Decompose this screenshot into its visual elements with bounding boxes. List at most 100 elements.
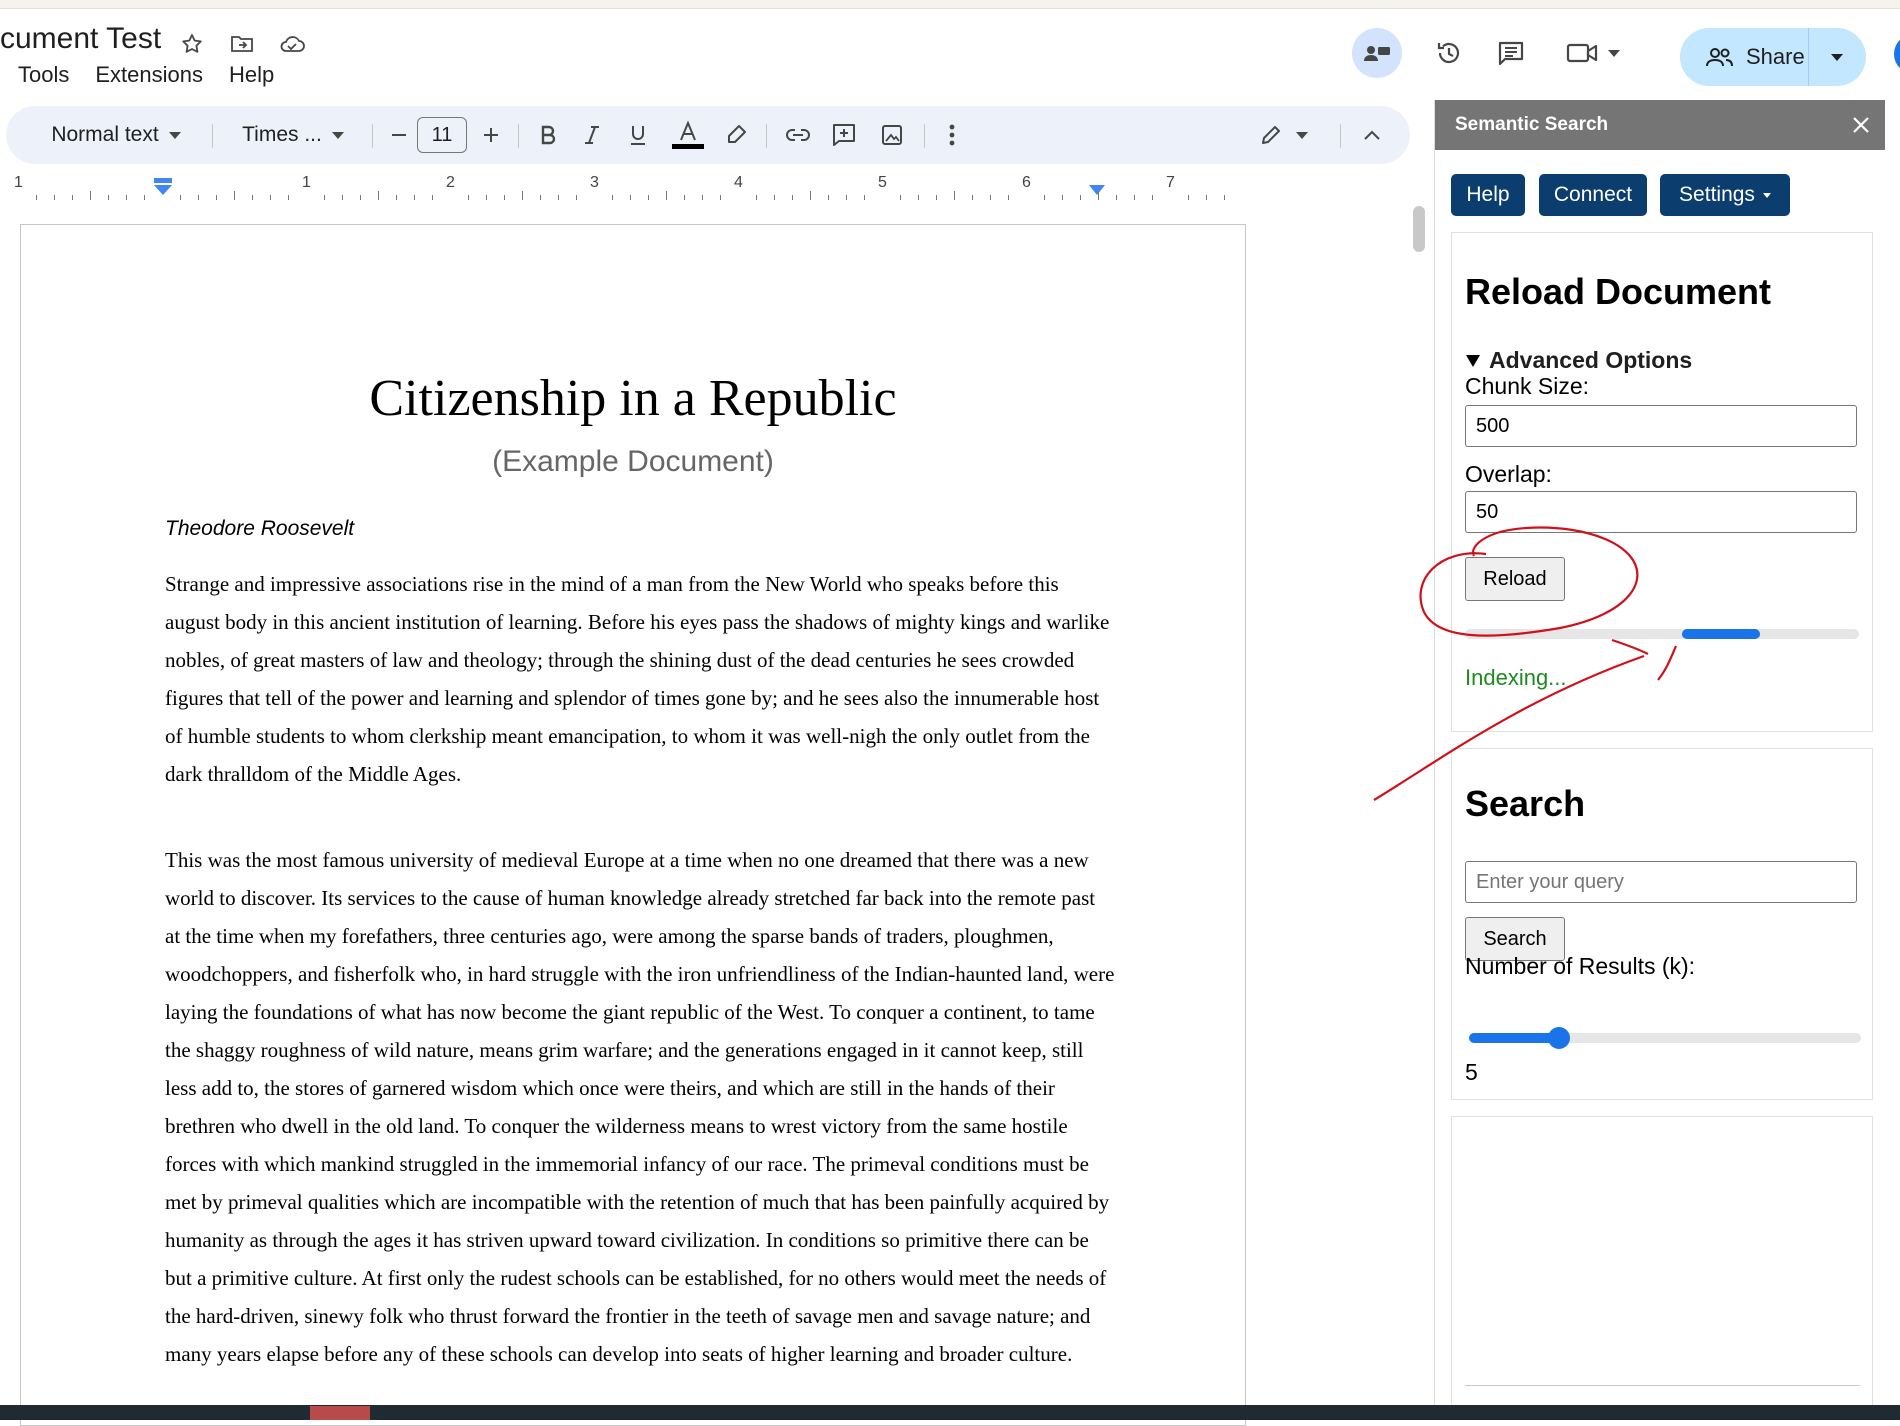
advanced-options-label: Advanced Options (1489, 347, 1693, 373)
comments-button[interactable] (1486, 28, 1536, 78)
share-dropdown[interactable] (1809, 28, 1866, 86)
right-indent-marker-icon[interactable] (1088, 184, 1106, 196)
more-options-button[interactable] (932, 115, 972, 155)
slider-handle[interactable] (1548, 1027, 1571, 1049)
num-results-label: Number of Results (k): (1465, 953, 1696, 979)
taskbar-app-icon[interactable] (310, 1406, 370, 1420)
avatar[interactable] (1894, 34, 1900, 74)
history-icon (1437, 42, 1460, 64)
chunk-size-input[interactable]: 500 (1465, 405, 1857, 447)
search-query-input[interactable]: Enter your query (1465, 861, 1857, 903)
settings-button[interactable]: Settings (1660, 174, 1790, 216)
close-icon[interactable] (1837, 115, 1885, 135)
cloud-saved-icon[interactable] (276, 28, 308, 60)
settings-label: Settings (1679, 183, 1755, 206)
italic-button[interactable] (572, 115, 612, 155)
more-vert-icon (949, 124, 955, 146)
document-heading: Citizenship in a Republic (369, 370, 897, 427)
ruler-mark: 4 (734, 174, 743, 191)
ruler-mark: 5 (878, 174, 887, 191)
document-canvas: Citizenship in a Republic (Example Docum… (0, 200, 1420, 1426)
insert-image-button[interactable] (872, 115, 912, 155)
connect-button[interactable]: Connect (1539, 174, 1647, 216)
disclosure-triangle-icon (1466, 354, 1480, 367)
menu-extensions[interactable]: Extensions (95, 62, 203, 88)
toolbar-divider (372, 124, 373, 148)
menu-tools[interactable]: Tools (18, 62, 69, 88)
ruler[interactable]: 1 1 2 3 4 5 6 7 (0, 170, 1250, 201)
share-button[interactable]: Share (1680, 28, 1866, 86)
image-icon (882, 125, 902, 145)
ruler-tick (90, 191, 91, 200)
results-divider (1465, 1385, 1860, 1386)
highlighter-icon (728, 125, 746, 143)
share-label: Share (1746, 44, 1805, 69)
bold-button[interactable] (528, 115, 568, 155)
chevron-down-icon (331, 131, 344, 139)
title-icons (176, 28, 308, 60)
panel-header: Semantic Search (1435, 100, 1885, 150)
document-title[interactable]: cument Test (0, 22, 161, 56)
ruler-tick (666, 191, 667, 200)
increase-font-size-button[interactable] (474, 115, 508, 155)
document-page[interactable]: Citizenship in a Republic (Example Docum… (20, 224, 1246, 1426)
chevron-up-icon (1364, 130, 1380, 140)
ruler-tick (810, 191, 811, 200)
toolbar-divider (766, 124, 767, 148)
ruler-tick (378, 191, 379, 200)
search-card: Search Enter your query Search Number of… (1451, 748, 1873, 1100)
chevron-down-icon (1296, 131, 1308, 139)
font-family-dropdown[interactable]: Times ... (228, 115, 358, 155)
underline-button[interactable] (618, 115, 658, 155)
ruler-mark: 6 (1022, 174, 1031, 191)
star-icon[interactable] (176, 28, 208, 60)
chevron-down-icon (168, 131, 181, 139)
font-size-value[interactable]: 11 (417, 117, 467, 153)
version-history-button[interactable] (1424, 28, 1474, 78)
hide-menus-button[interactable] (1352, 115, 1392, 155)
ruler-tick (522, 191, 523, 200)
num-results-slider[interactable] (1469, 1027, 1861, 1049)
presence-icon (1364, 46, 1390, 61)
bold-icon (541, 125, 556, 145)
search-placeholder: Enter your query (1476, 870, 1624, 893)
text-color-icon (672, 120, 704, 149)
presence-button[interactable] (1352, 28, 1402, 78)
slider-fill (1469, 1033, 1560, 1043)
reload-button[interactable]: Reload (1465, 557, 1565, 601)
chevron-down-icon (1608, 49, 1620, 57)
decrease-font-size-button[interactable] (382, 115, 416, 155)
ruler-mark: 7 (1166, 174, 1175, 191)
add-comment-button[interactable] (824, 115, 864, 155)
share-main[interactable]: Share (1680, 28, 1809, 86)
left-indent-marker-icon[interactable] (152, 178, 174, 198)
chevron-down-icon (1762, 192, 1771, 198)
toolbar-divider (518, 124, 519, 148)
font-size-field[interactable]: 11 (416, 115, 468, 155)
toolbar-divider (1340, 124, 1341, 148)
highlight-button[interactable] (716, 115, 756, 155)
italic-icon (585, 126, 599, 144)
move-folder-icon[interactable] (226, 28, 258, 60)
video-camera-icon (1566, 43, 1598, 63)
menu-help[interactable]: Help (229, 62, 274, 88)
results-card (1451, 1116, 1873, 1418)
document-scrollbar[interactable] (1413, 206, 1425, 252)
reload-heading: Reload Document (1465, 271, 1772, 312)
meet-button[interactable] (1558, 28, 1628, 78)
document-subtitle: (Example Document) (492, 445, 774, 478)
advanced-options-toggle[interactable]: Advanced Options (1465, 347, 1692, 374)
semantic-search-panel: Semantic Search Help Connect Settings Re… (1434, 100, 1900, 1418)
editing-mode-dropdown[interactable] (1246, 115, 1322, 155)
overlap-input[interactable]: 50 (1465, 491, 1857, 533)
num-results-value: 5 (1465, 1059, 1478, 1085)
insert-link-button[interactable] (778, 115, 818, 155)
link-icon (786, 129, 810, 141)
text-color-button[interactable] (666, 115, 710, 155)
os-taskbar (0, 1405, 1900, 1420)
indexing-status: Indexing... (1465, 665, 1567, 690)
ruler-mark: 1 (302, 174, 311, 191)
document-author: Theodore Roosevelt (165, 517, 355, 540)
paragraph-style-dropdown[interactable]: Normal text (36, 115, 196, 155)
help-button[interactable]: Help (1451, 174, 1525, 216)
